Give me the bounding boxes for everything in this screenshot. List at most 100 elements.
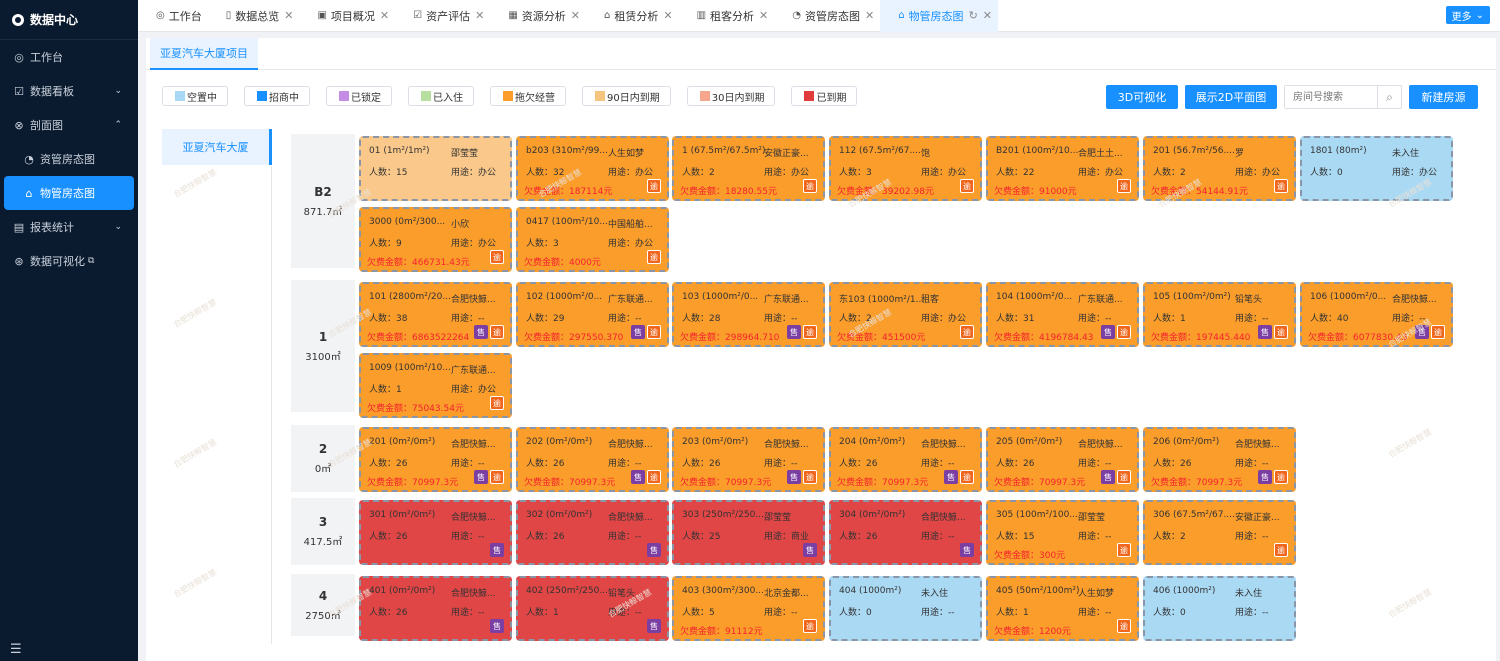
room-debt: 欠费金额：466731.43元	[367, 258, 470, 268]
legend-item[interactable]: 空置中	[162, 86, 228, 106]
lease-icon: ⌂	[604, 10, 611, 21]
close-icon[interactable]: ✕	[983, 9, 992, 22]
room-card[interactable]: 406 (1000m²) 未入住 人数：0 用途：--	[1143, 576, 1296, 641]
room-card[interactable]: 106 (1000m²/0... 合肥快鲸... 人数：40 用途：-- 欠费金额：60…	[1300, 282, 1453, 347]
overdue-badge: 逾	[1117, 325, 1131, 339]
legend-item[interactable]: 招商中	[244, 86, 310, 106]
legend-swatch	[257, 91, 267, 101]
room-card[interactable]: 104 (1000m²/0... 广东联通... 人数：31 用途：-- 欠费金额：41…	[986, 282, 1139, 347]
room-card[interactable]: 404 (1000m²) 未入住 人数：0 用途：--	[829, 576, 982, 641]
room-card[interactable]: 1009 (100m²/10... 广东联通... 人数：1 用途：办公 欠费金额：75…	[359, 353, 512, 418]
room-use: 用途：--	[1392, 314, 1426, 324]
tab-data-overview[interactable]: ▯ 数据总览 ✕	[208, 0, 300, 32]
overdue-badge: 逾	[960, 325, 974, 339]
room-title: 112 (67.5m²/67....	[839, 146, 921, 156]
sale-badge: 售	[1101, 470, 1115, 484]
sidebar-item-section[interactable]: ⊗ 剖面图 ⌃	[0, 108, 138, 142]
room-card[interactable]: 01 (1m²/1m²) 邵莹莹 人数：15 用途：办公	[359, 136, 512, 201]
refresh-icon[interactable]: ↻	[969, 9, 978, 22]
room-card[interactable]: 201 (0m²/0m²) 合肥快鲸... 人数：26 用途：-- 欠费金额：70997…	[359, 427, 512, 492]
sidebar-item-reports[interactable]: ▤ 报表统计 ⌄	[0, 210, 138, 244]
close-icon[interactable]: ✕	[759, 9, 768, 22]
room-card[interactable]: 102 (1000m²/0... 广东联通... 人数：29 用途：-- 欠费金额：29…	[516, 282, 669, 347]
home-icon: ⌂	[25, 186, 33, 200]
room-card[interactable]: 1 (67.5m²/67.5m²) 安徽正豪... 人数：2 用途：办公 欠费金额：18…	[672, 136, 825, 201]
legend-item[interactable]: 已到期	[791, 86, 858, 106]
tab-asset-map[interactable]: ◔ 资管房态图 ✕	[774, 0, 880, 32]
room-title: 406 (1000m²)	[1153, 586, 1216, 596]
room-card[interactable]: 202 (0m²/0m²) 合肥快鲸... 人数：26 用途：-- 欠费金额：70997…	[516, 427, 669, 492]
room-people: 人数：1	[369, 385, 402, 395]
new-room-button[interactable]: 新建房源	[1409, 85, 1478, 109]
action-bar: 3D可视化 展示2D平面图 ⌕ 新建房源	[1106, 85, 1478, 109]
brand-title: 数据中心	[30, 13, 79, 27]
search-icon[interactable]: ⌕	[1377, 86, 1401, 108]
room-card[interactable]: 301 (0m²/0m²) 合肥快鲸... 人数：26 用途：-- 售	[359, 500, 512, 565]
legend-item[interactable]: 已入住	[408, 86, 474, 106]
legend-item[interactable]: 30日内到期	[686, 86, 776, 106]
room-card[interactable]: 112 (67.5m²/67.... 饱人数：3 用途：办公 欠费金额：39202.9…	[829, 136, 982, 201]
sidebar-item-property-map[interactable]: ⌂ 物管房态图	[4, 176, 134, 210]
tab-asset-assessment[interactable]: ☑ 资产评估 ✕	[395, 0, 490, 32]
room-card[interactable]: 401 (0m²/0m²) 合肥快鲸... 人数：26 用途：-- 售	[359, 576, 512, 641]
floor-label: 3 417.5㎡	[291, 498, 355, 565]
building-item[interactable]: 亚夏汽车大厦	[162, 129, 272, 165]
more-tabs-button[interactable]: 更多 ⌄	[1445, 6, 1490, 24]
room-card[interactable]: 206 (0m²/0m²) 合肥快鲸... 人数：26 用途：-- 欠费金额：70997…	[1143, 427, 1296, 492]
room-card[interactable]: 105 (100m²/0m²) 铅笔头 人数：1 用途：-- 欠费金额：197445.4…	[1143, 282, 1296, 347]
tab-lease-analysis[interactable]: ⌂ 租赁分析 ✕	[586, 0, 679, 32]
show-2d-plan-button[interactable]: 展示2D平面图	[1185, 85, 1277, 109]
room-card[interactable]: 205 (0m²/0m²) 合肥快鲸... 人数：26 用途：-- 欠费金额：70997…	[986, 427, 1139, 492]
sidebar-item-visualization[interactable]: ⊛ 数据可视化 ⧉	[0, 244, 138, 278]
legend-item[interactable]: 90日内到期	[582, 86, 671, 106]
sidebar-item-workbench[interactable]: ◎ 工作台	[0, 40, 138, 74]
room-card[interactable]: b203 (310m²/99... 人生如梦 人数：32 用途：办公 欠费金额：1871…	[516, 136, 669, 201]
room-use: 用途：办公	[921, 168, 967, 178]
tab-project[interactable]: 亚夏汽车大厦项目	[150, 38, 258, 70]
room-debt: 欠费金额：70997.3元	[994, 478, 1086, 488]
room-card[interactable]: 103 (1000m²/0... 广东联通... 人数：28 用途：-- 欠费金额：29…	[672, 282, 825, 347]
close-icon[interactable]: ✕	[284, 9, 293, 22]
room-search-input[interactable]	[1285, 86, 1377, 108]
room-card[interactable]: 204 (0m²/0m²) 合肥快鲸... 人数：26 用途：-- 欠费金额：70997…	[829, 427, 982, 492]
overdue-badge: 逾	[647, 250, 661, 264]
room-card[interactable]: 203 (0m²/0m²) 合肥快鲸... 人数：26 用途：-- 欠费金额：70997…	[672, 427, 825, 492]
close-icon[interactable]: ✕	[380, 9, 389, 22]
room-card[interactable]: 302 (0m²/0m²) 合肥快鲸... 人数：26 用途：-- 售	[516, 500, 669, 565]
close-icon[interactable]: ✕	[475, 9, 484, 22]
tab-project-overview[interactable]: ▣ 项目概况 ✕	[299, 0, 395, 32]
tab-tenant-analysis[interactable]: ▥ 租客分析 ✕	[679, 0, 775, 32]
room-card[interactable]: 303 (250m²/250... 邵莹莹 人数：25 用途：商业售	[672, 500, 825, 565]
room-card[interactable]: B201 (100m²/10... 合肥土土... 人数：22 用途：办公 欠费金额：9…	[986, 136, 1139, 201]
room-card[interactable]: 0417 (100m²/10... 中国船舶... 人数：3 用途：办公 欠费金额：40…	[516, 207, 669, 272]
room-card[interactable]: 402 (250m²/250... 铅笔头 人数：1 用途：-- 售	[516, 576, 669, 641]
tab-label: 资源分析	[521, 9, 566, 23]
visualize-3d-button[interactable]: 3D可视化	[1106, 85, 1178, 109]
room-card[interactable]: 304 (0m²/0m²) 合肥快鲸... 人数：26 用途：-- 售	[829, 500, 982, 565]
close-icon[interactable]: ✕	[663, 9, 672, 22]
room-card[interactable]: 3000 (0m²/300... 小欣 人数：9 用途：办公 欠费金额：466731.4…	[359, 207, 512, 272]
room-tenant: 广东联通...	[451, 366, 496, 376]
asset-icon: ◔	[24, 152, 34, 166]
tab-property-map[interactable]: ⌂ 物管房态图 ↻ ✕	[880, 0, 998, 32]
room-card[interactable]: 东103 (1000m²/1... 租客 人数：2 用途：办公 欠费金额：451500元…	[829, 282, 982, 347]
room-use: 用途：商业	[764, 532, 810, 542]
sidebar-item-asset-map[interactable]: ◔ 资管房态图	[0, 142, 138, 176]
close-icon[interactable]: ✕	[571, 9, 580, 22]
room-card[interactable]: 306 (67.5m²/67.... 安徽正豪... 人数：2 用途：-- 逾	[1143, 500, 1296, 565]
room-card[interactable]: 101 (2800m²/20... 合肥快鲸... 人数：38 用途：-- 欠费金额：6…	[359, 282, 512, 347]
sidebar-item-data-board[interactable]: ☑ 数据看板 ⌄	[0, 74, 138, 108]
legend-item[interactable]: 拖欠经营	[490, 86, 566, 106]
room-card[interactable]: 1801 (80m²) 未入住 人数：0 用途：办公	[1300, 136, 1453, 201]
room-card[interactable]: 403 (300m²/300... 北京金都... 人数：5 用途：-- 欠费金额：91…	[672, 576, 825, 641]
room-tenant: 广东联通...	[1078, 295, 1123, 305]
tab-workbench[interactable]: ◎ 工作台	[138, 0, 208, 32]
room-people: 人数：31	[996, 314, 1035, 324]
room-card[interactable]: 405 (50m²/100m²) 人生如梦 人数：1 用途：-- 欠费金额：1200元 逾	[986, 576, 1139, 641]
close-icon[interactable]: ✕	[865, 9, 874, 22]
collapse-menu-icon[interactable]: ☰	[10, 642, 22, 657]
room-card[interactable]: 305 (100m²/100... 邵莹莹 人数：15 用途：-- 欠费金额：300元 逾	[986, 500, 1139, 565]
room-card[interactable]: 201 (56.7m²/56.... 罗人数：2 用途：办公 欠费金额：54144.9…	[1143, 136, 1296, 201]
legend-item[interactable]: 已锁定	[326, 86, 392, 106]
tab-resource-analysis[interactable]: ▦ 资源分析 ✕	[490, 0, 586, 32]
